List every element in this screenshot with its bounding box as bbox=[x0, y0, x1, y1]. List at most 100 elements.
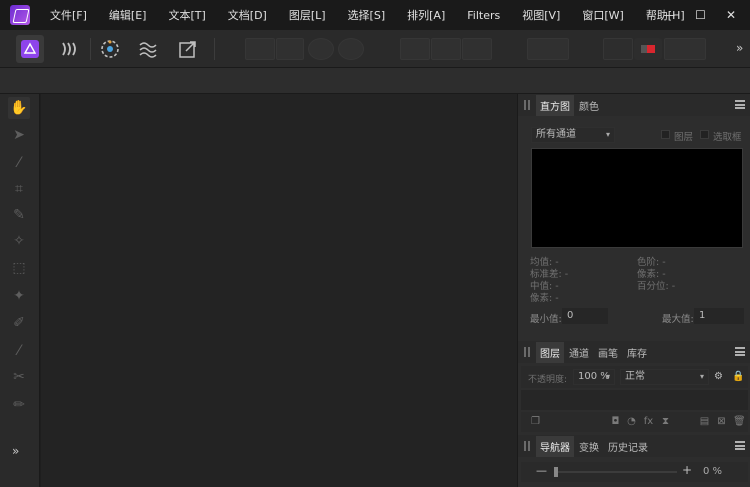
min-label: 最小值: bbox=[530, 314, 562, 325]
menu-bar: 文件[F] 编辑[E] 文本[T] 文档[D] 图层[L] 选择[S] 排列[A… bbox=[0, 0, 750, 30]
tab-channels[interactable]: 通道 bbox=[565, 342, 593, 363]
selection-brush-icon[interactable]: ✎ bbox=[8, 204, 30, 226]
gear-icon[interactable]: ⚙ bbox=[713, 371, 724, 382]
channel-select[interactable]: 所有通道 ▾ bbox=[531, 127, 615, 143]
zoom-in-button[interactable]: + bbox=[682, 463, 692, 477]
menu-edit[interactable]: 编辑[E] bbox=[109, 7, 147, 23]
menu-view[interactable]: 视图[V] bbox=[522, 7, 560, 23]
toolbar-disabled-button[interactable] bbox=[431, 38, 461, 60]
close-button[interactable]: ✕ bbox=[726, 8, 736, 22]
tab-color[interactable]: 颜色 bbox=[575, 95, 603, 116]
panel-grip-icon[interactable] bbox=[524, 441, 530, 451]
histogram-display bbox=[531, 148, 743, 248]
menu-text[interactable]: 文本[T] bbox=[168, 7, 205, 23]
mask-icon[interactable]: ◘ bbox=[610, 416, 621, 427]
flood-select-icon[interactable]: ✧ bbox=[8, 230, 30, 252]
zoom-value[interactable]: 0 % bbox=[703, 466, 722, 477]
pixel-tool-icon[interactable]: ⁄ bbox=[8, 340, 30, 362]
develop-persona-icon bbox=[101, 40, 119, 58]
layers-options-bar: 不透明度: 100 % ▾ 正常 ▾ ⚙ 🔒 bbox=[521, 366, 748, 388]
layers-actions-bar: ❐ ◘ ◔ fx ⧗ ▤ ⊠ 🗑 bbox=[521, 412, 748, 432]
min-value-field[interactable]: 0 bbox=[562, 308, 608, 324]
tab-history[interactable]: 历史记录 bbox=[604, 436, 652, 457]
chevron-down-icon: ▾ bbox=[605, 130, 610, 139]
fx-icon[interactable]: fx bbox=[643, 416, 654, 427]
menu-document[interactable]: 文档[D] bbox=[228, 7, 267, 23]
panel-grip-icon[interactable] bbox=[524, 347, 530, 357]
minimize-button[interactable]: — bbox=[663, 8, 675, 22]
toolbar-overflow-button[interactable]: » bbox=[736, 41, 743, 55]
clone-brush-icon[interactable]: ✏ bbox=[8, 394, 30, 416]
layers-list[interactable] bbox=[521, 390, 748, 410]
hand-tool-icon[interactable]: ✋ bbox=[8, 97, 30, 119]
toolbar-disabled-button[interactable] bbox=[400, 38, 430, 60]
menu-file[interactable]: 文件[F] bbox=[50, 7, 87, 23]
liquify-persona-icon bbox=[62, 42, 76, 56]
toolbar-disabled-button[interactable] bbox=[245, 38, 275, 60]
panel-grip-icon[interactable] bbox=[524, 100, 530, 110]
selection-checkbox[interactable] bbox=[700, 130, 709, 139]
toolbar-dropdown[interactable] bbox=[664, 38, 706, 60]
max-value-field[interactable]: 1 bbox=[694, 308, 744, 324]
menu-filters[interactable]: Filters bbox=[467, 9, 500, 22]
folder-icon[interactable]: ▤ bbox=[699, 416, 710, 427]
layer-checkbox[interactable] bbox=[661, 130, 670, 139]
tab-layers[interactable]: 图层 bbox=[536, 341, 564, 363]
adjustment-icon[interactable]: ◔ bbox=[626, 416, 637, 427]
tab-histogram[interactable]: 直方图 bbox=[536, 94, 574, 116]
menu-arrange[interactable]: 排列[A] bbox=[407, 7, 445, 23]
duplicate-layer-icon[interactable]: ⊠ bbox=[716, 416, 727, 427]
erase-brush-icon[interactable]: ✂ bbox=[8, 366, 30, 388]
zoom-slider[interactable] bbox=[554, 467, 677, 477]
zoom-out-button[interactable]: — bbox=[536, 464, 547, 477]
right-panel: 直方图 颜色 所有通道 ▾ 图层 选取框 均值: - 标准差: - 中值: - 像… bbox=[517, 94, 750, 487]
freehand-select-icon[interactable]: ✦ bbox=[8, 285, 30, 307]
menu-select[interactable]: 选择[S] bbox=[348, 7, 386, 23]
maximize-button[interactable]: ☐ bbox=[695, 8, 706, 22]
photo-persona-button[interactable] bbox=[16, 35, 44, 63]
canvas-area[interactable] bbox=[41, 94, 517, 487]
quick-mask-button[interactable] bbox=[634, 38, 662, 60]
color-picker-icon[interactable]: ⁄ bbox=[8, 152, 30, 174]
stat-percentile: 百分位: - bbox=[637, 281, 676, 292]
toolbar-dropdown[interactable] bbox=[527, 38, 569, 60]
paint-brush-icon[interactable]: ✐ bbox=[8, 312, 30, 334]
panel-menu-icon[interactable] bbox=[735, 347, 745, 356]
crop-tool-icon[interactable]: ⌗ bbox=[8, 178, 30, 200]
export-persona-button[interactable] bbox=[174, 35, 202, 63]
tab-stock[interactable]: 库存 bbox=[623, 342, 651, 363]
panel-menu-icon[interactable] bbox=[735, 441, 745, 450]
liquify-persona-button[interactable] bbox=[56, 35, 84, 63]
tone-mapping-persona-button[interactable] bbox=[134, 35, 162, 63]
layers-panel-header: 图层 通道 画笔 库存 bbox=[518, 341, 750, 363]
panel-menu-icon[interactable] bbox=[735, 100, 745, 109]
opacity-field[interactable]: 100 % ▾ bbox=[573, 369, 615, 385]
context-toolbar bbox=[0, 68, 750, 94]
menu-layer[interactable]: 图层[L] bbox=[289, 7, 326, 23]
tab-navigator[interactable]: 导航器 bbox=[536, 435, 574, 457]
develop-persona-button[interactable] bbox=[96, 35, 124, 63]
zoom-slider-handle[interactable] bbox=[554, 467, 558, 477]
marquee-icon[interactable]: ⬚ bbox=[8, 257, 30, 279]
layer-checkbox-label: 图层 bbox=[674, 132, 694, 143]
opacity-label: 不透明度: bbox=[528, 375, 568, 385]
tab-brushes[interactable]: 画笔 bbox=[594, 342, 622, 363]
menu-window[interactable]: 窗口[W] bbox=[582, 7, 623, 23]
layer-stack-icon[interactable]: ❐ bbox=[530, 416, 541, 427]
move-tool-icon[interactable]: ➤ bbox=[8, 124, 30, 146]
zoom-bar: — + 0 % bbox=[521, 462, 748, 482]
toolbar-disabled-button[interactable] bbox=[276, 38, 304, 60]
max-label: 最大值: bbox=[662, 314, 694, 325]
toolbar-disabled-button[interactable] bbox=[308, 38, 334, 60]
toolbar-disabled-button[interactable] bbox=[338, 38, 364, 60]
toolbar-disabled-button[interactable] bbox=[462, 38, 492, 60]
blend-mode-select[interactable]: 正常 ▾ bbox=[620, 369, 709, 385]
live-filter-icon[interactable]: ⧗ bbox=[660, 416, 671, 427]
trash-icon[interactable]: 🗑 bbox=[733, 416, 746, 427]
lock-icon[interactable]: 🔒 bbox=[732, 371, 744, 382]
toolbar: » bbox=[0, 30, 750, 68]
tab-transform[interactable]: 变换 bbox=[575, 436, 603, 457]
tone-mapping-persona-icon bbox=[139, 42, 157, 58]
toolbar-crop-button[interactable] bbox=[603, 38, 633, 60]
tools-expand-button[interactable]: » bbox=[12, 444, 19, 458]
